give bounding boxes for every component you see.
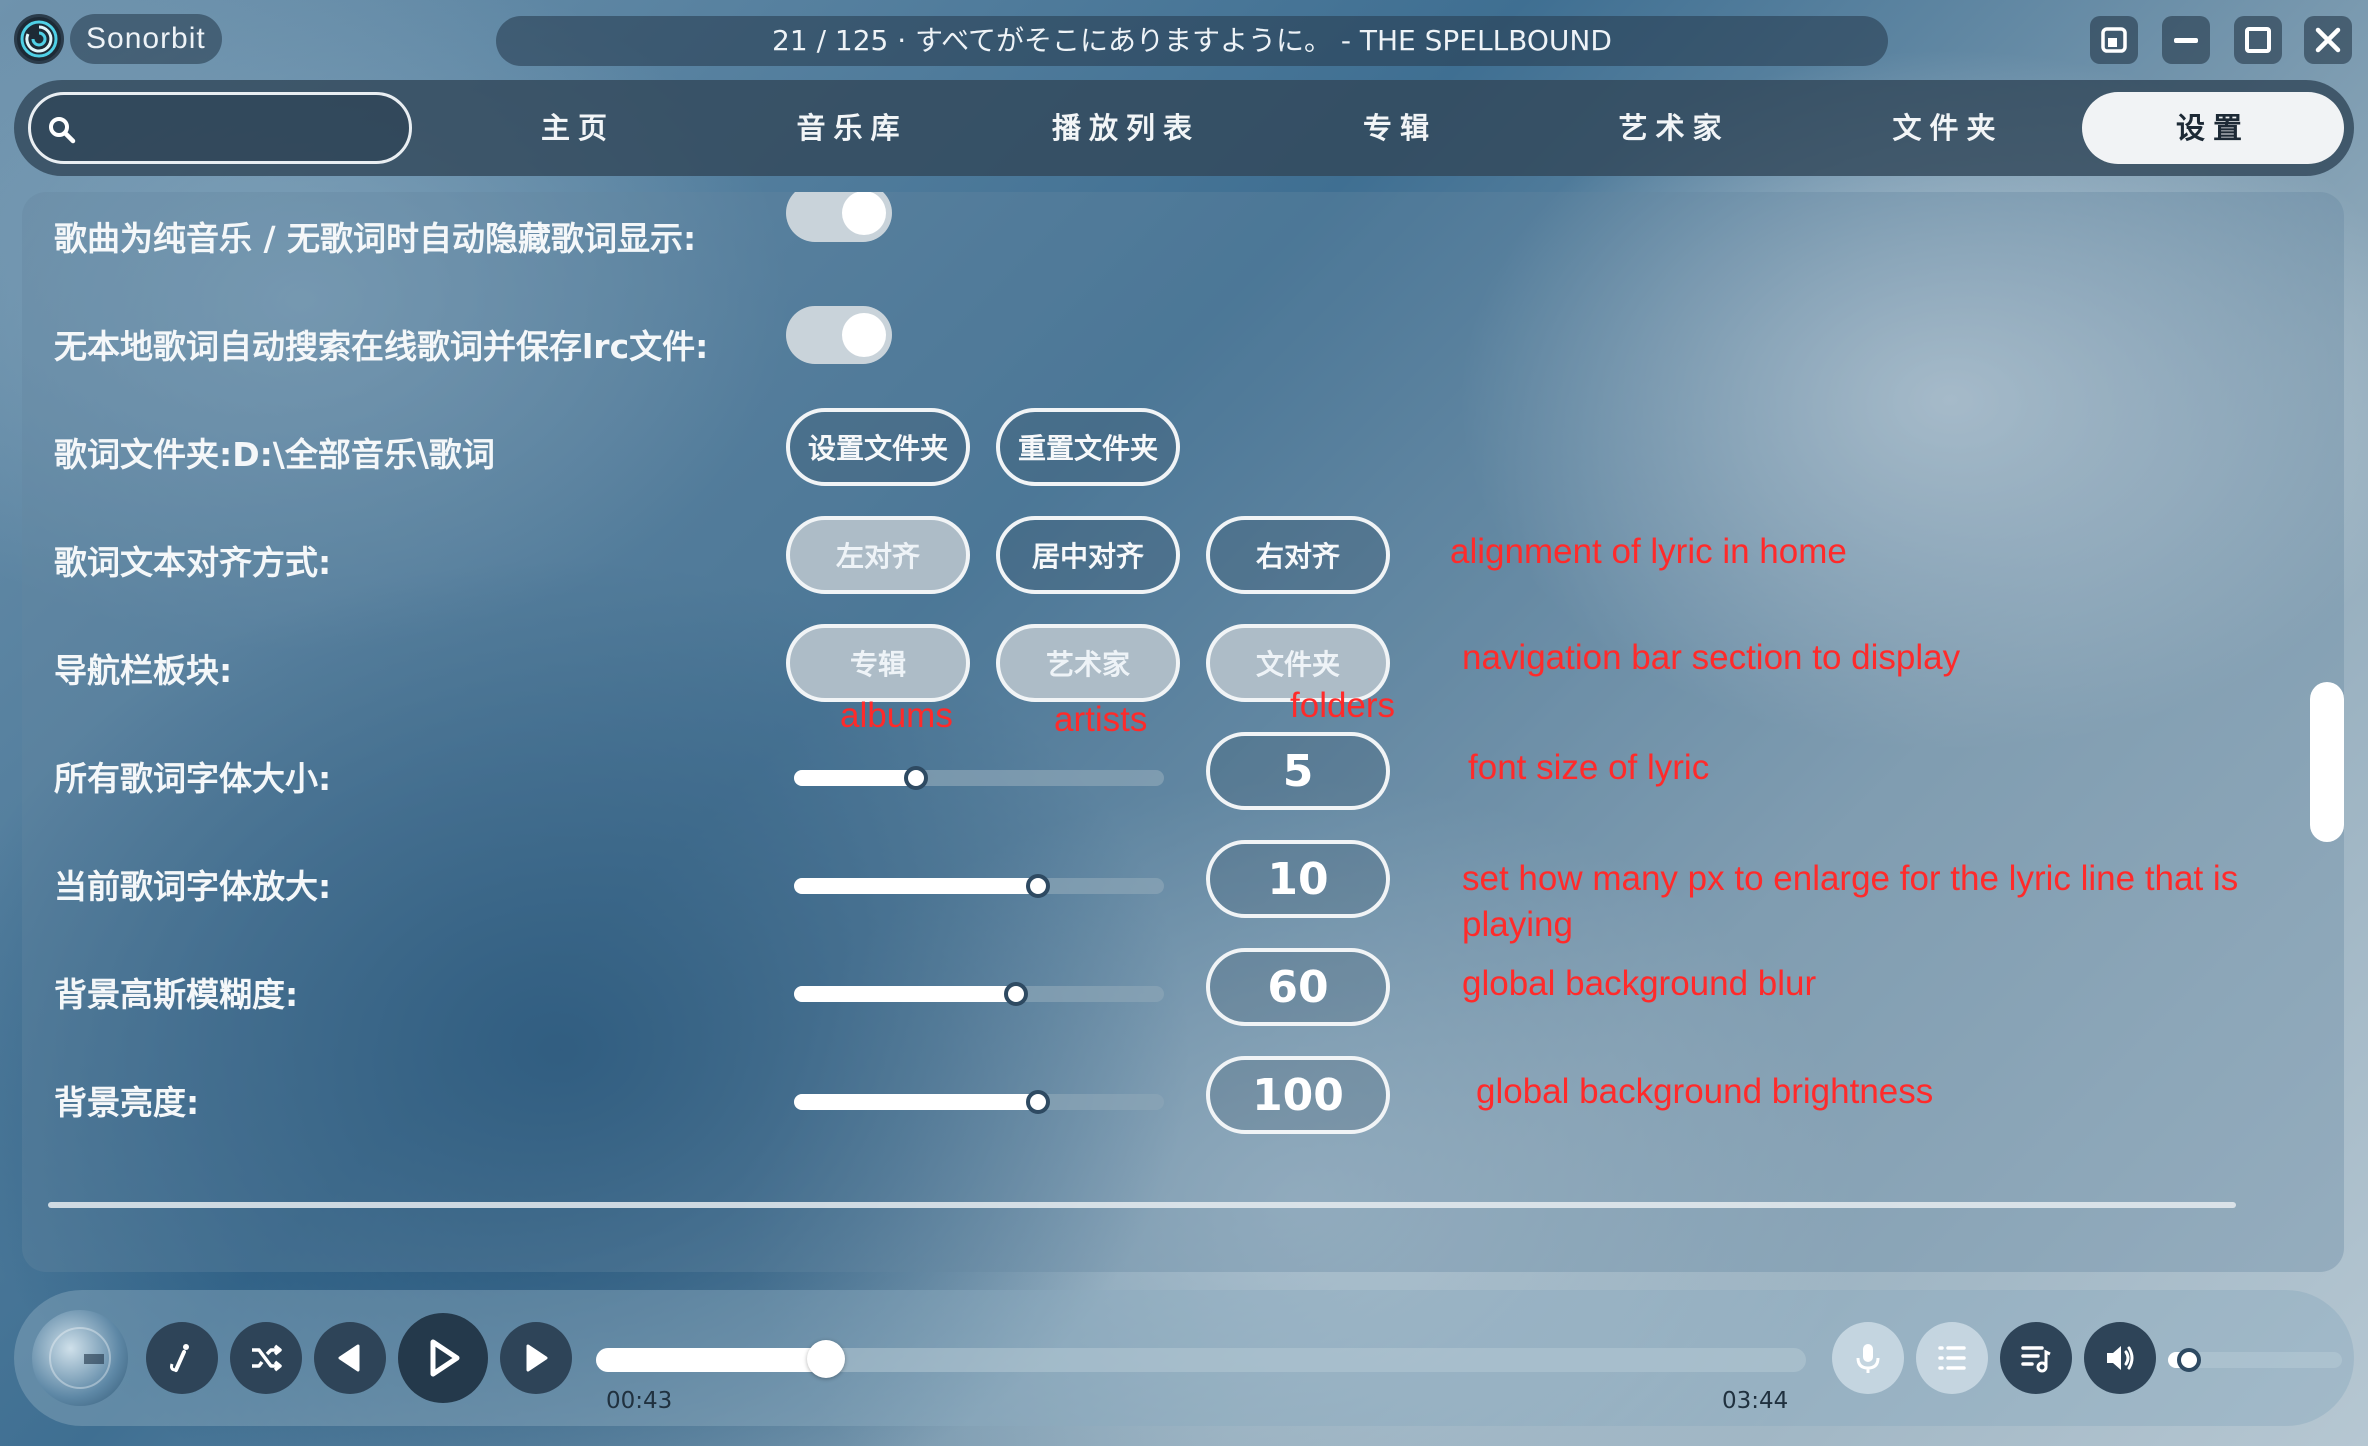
- player-bar: 00:43 03:44: [14, 1290, 2354, 1426]
- slider-fill: [794, 770, 916, 786]
- auto-search-lyrics-label: 无本地歌词自动搜索在线歌词并保存lrc文件:: [54, 327, 709, 366]
- list-icon: [1938, 1346, 1966, 1370]
- bg-brightness-value[interactable]: 100: [1206, 1056, 1390, 1134]
- previous-button[interactable]: [314, 1322, 386, 1394]
- lyrics-folder-label: 歌词文件夹:D:\全部音乐\歌词: [54, 435, 495, 474]
- close-button[interactable]: [2304, 16, 2352, 64]
- maximize-icon: [2245, 27, 2271, 53]
- tab-home[interactable]: 主页: [448, 92, 708, 164]
- annotation-artists: artists: [1054, 700, 1148, 739]
- current-lyric-enlarge-label: 当前歌词字体放大:: [54, 867, 332, 906]
- bg-blur-label: 背景高斯模糊度:: [54, 975, 299, 1014]
- align-left-button[interactable]: 左对齐: [786, 516, 970, 594]
- annotation-brightness: global background brightness: [1476, 1072, 1934, 1111]
- total-time: 03:44: [1722, 1388, 1789, 1414]
- bg-blur-slider[interactable]: [794, 982, 1164, 1006]
- minimize-button[interactable]: [2162, 16, 2210, 64]
- play-button[interactable]: [398, 1313, 488, 1403]
- tab-artists[interactable]: 艺术家: [1544, 92, 1804, 164]
- shuffle-icon: [252, 1344, 282, 1372]
- annotation-alignment: alignment of lyric in home: [1450, 532, 1847, 571]
- tab-settings[interactable]: 设置: [2082, 92, 2344, 164]
- tab-folders[interactable]: 文件夹: [1818, 92, 2078, 164]
- align-center-button[interactable]: 居中对齐: [996, 516, 1180, 594]
- next-icon: [526, 1344, 548, 1372]
- volume-slider[interactable]: [2168, 1348, 2342, 1372]
- align-right-button[interactable]: 右对齐: [1206, 516, 1390, 594]
- slider-knob[interactable]: [1026, 1090, 1050, 1114]
- tab-playlists[interactable]: 播放列表: [996, 92, 1256, 164]
- current-lyric-enlarge-value[interactable]: 10: [1206, 840, 1390, 918]
- album-cover[interactable]: [32, 1310, 128, 1406]
- slider-fill: [794, 1094, 1038, 1110]
- progress-fill: [596, 1348, 826, 1372]
- queue-list-button[interactable]: [1916, 1322, 1988, 1394]
- close-icon: [2315, 27, 2341, 53]
- annotation-folders: folders: [1290, 686, 1396, 725]
- volume-knob[interactable]: [2177, 1348, 2201, 1372]
- playlist-icon: [2021, 1346, 2051, 1373]
- divider: [48, 1202, 2236, 1208]
- annotation-enlarge: set how many px to enlarge for the lyric…: [1462, 859, 2239, 944]
- volume-icon: [2107, 1346, 2134, 1370]
- previous-icon: [338, 1344, 360, 1372]
- annotation-font-size: font size of lyric: [1468, 748, 1710, 787]
- tab-library[interactable]: 音乐库: [722, 92, 982, 164]
- settings-panel: 歌曲为纯音乐 / 无歌词时自动隐藏歌词显示: 无本地歌词自动搜索在线歌词并保存l…: [22, 192, 2344, 1272]
- volume-button[interactable]: [2084, 1322, 2156, 1394]
- nav-sections-label: 导航栏板块:: [54, 651, 233, 690]
- slider-fill: [794, 878, 1038, 894]
- restore-button[interactable]: [2090, 16, 2138, 64]
- auto-hide-lyrics-toggle[interactable]: [786, 192, 892, 242]
- slider-knob[interactable]: [1026, 874, 1050, 898]
- progress-knob[interactable]: [807, 1340, 845, 1378]
- auto-hide-lyrics-label: 歌曲为纯音乐 / 无歌词时自动隐藏歌词显示:: [54, 219, 697, 258]
- lyric-font-size-value[interactable]: 5: [1206, 732, 1390, 810]
- search-input[interactable]: [87, 105, 387, 151]
- slider-knob[interactable]: [904, 766, 928, 790]
- now-playing-title: 21 / 125 · すべてがそこにありますように。 - THE SPELLBO…: [496, 16, 1888, 66]
- slider-fill: [794, 986, 1016, 1002]
- shuffle-button[interactable]: [230, 1322, 302, 1394]
- search-box[interactable]: [28, 92, 412, 164]
- microphone-button[interactable]: [1832, 1322, 1904, 1394]
- current-time: 00:43: [606, 1388, 673, 1414]
- app-logo-icon: [14, 14, 64, 64]
- set-folder-button[interactable]: 设置文件夹: [786, 408, 970, 486]
- title-bar: Sonorbit 21 / 125 · すべてがそこにありますように。 - TH…: [0, 0, 2368, 80]
- scrollbar[interactable]: [2310, 682, 2344, 842]
- microphone-icon: [1856, 1344, 1880, 1373]
- app-name: Sonorbit: [70, 14, 222, 64]
- slider-knob[interactable]: [1004, 982, 1028, 1006]
- auto-search-lyrics-toggle[interactable]: [786, 306, 892, 364]
- maximize-button[interactable]: [2234, 16, 2282, 64]
- restore-icon: [2101, 27, 2127, 53]
- playback-progress[interactable]: [596, 1340, 1806, 1378]
- lyrics-icon: [170, 1344, 189, 1372]
- annotation-albums: albums: [840, 696, 953, 735]
- nav-section-artists-button[interactable]: 艺术家: [996, 624, 1180, 702]
- lyric-font-size-label: 所有歌词字体大小:: [54, 759, 332, 798]
- reset-folder-button[interactable]: 重置文件夹: [996, 408, 1180, 486]
- lyric-alignment-label: 歌词文本对齐方式:: [54, 543, 332, 582]
- nav-bar: 主页 音乐库 播放列表 专辑 艺术家 文件夹 设置: [14, 80, 2354, 176]
- lyrics-button[interactable]: [146, 1322, 218, 1394]
- current-lyric-enlarge-slider[interactable]: [794, 874, 1164, 898]
- bg-brightness-slider[interactable]: [794, 1090, 1164, 1114]
- minimize-icon: [2174, 38, 2198, 43]
- playlist-button[interactable]: [2000, 1322, 2072, 1394]
- bg-brightness-label: 背景亮度:: [54, 1083, 200, 1122]
- search-icon: [49, 117, 76, 144]
- annotation-blur: global background blur: [1462, 964, 1817, 1003]
- next-button[interactable]: [500, 1322, 572, 1394]
- bg-blur-value[interactable]: 60: [1206, 948, 1390, 1026]
- play-icon: [430, 1339, 460, 1377]
- nav-section-albums-button[interactable]: 专辑: [786, 624, 970, 702]
- lyric-font-size-slider[interactable]: [794, 766, 1164, 790]
- annotation-nav-sections: navigation bar section to display: [1462, 638, 1961, 677]
- tab-albums[interactable]: 专辑: [1270, 92, 1530, 164]
